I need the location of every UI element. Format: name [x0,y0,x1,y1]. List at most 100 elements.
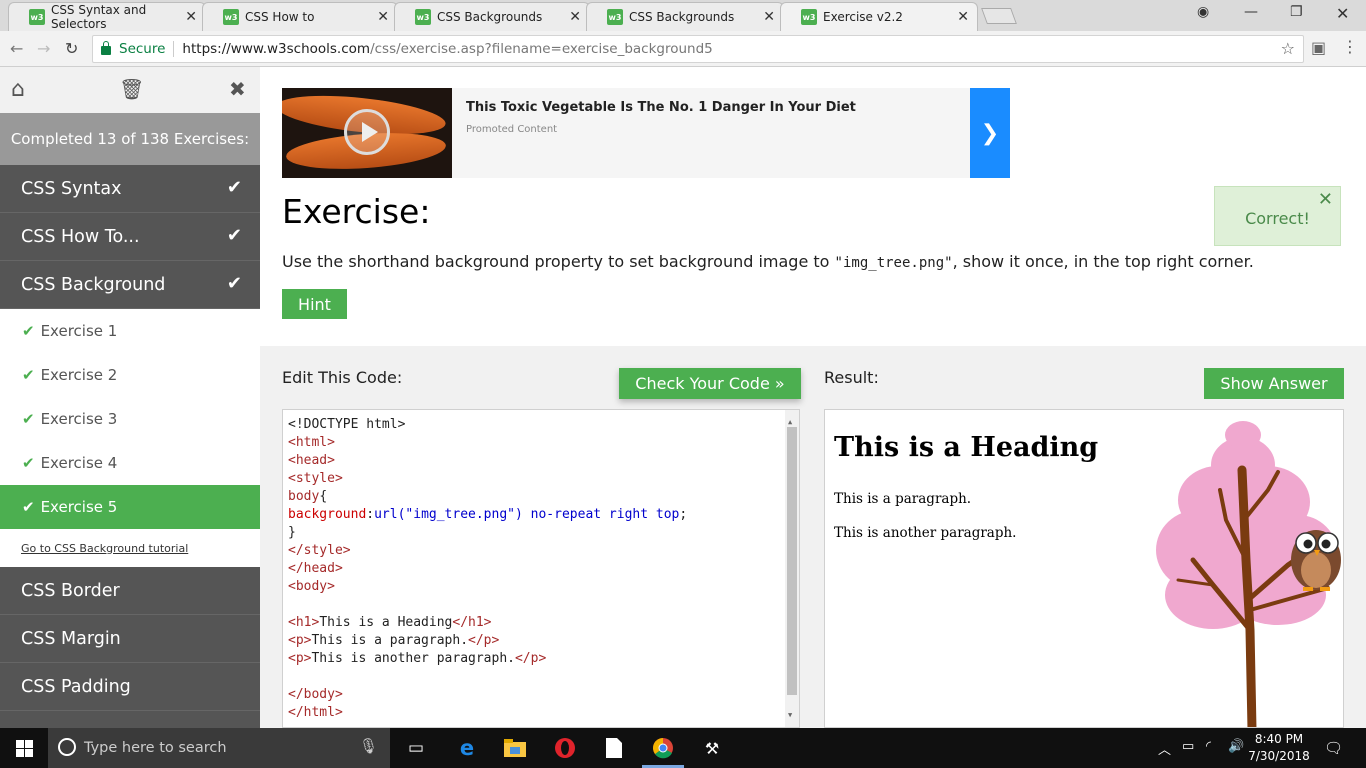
close-icon[interactable]: ✕ [569,9,581,25]
forward-icon[interactable]: → [37,39,50,58]
tab-title: CSS Backgrounds [629,10,735,24]
scrollbar-thumb[interactable] [787,427,797,695]
trash-icon[interactable]: 🗑 [119,77,144,101]
sidebar-section-css-padding[interactable]: CSS Padding [0,663,260,711]
exercise-label: Exercise 3 [40,410,118,428]
taskbar-clock[interactable]: 8:40 PM 7/30/2018 [1248,731,1310,765]
code-token: <p> [288,651,312,666]
close-icon[interactable]: ✕ [377,9,389,25]
tab-title: CSS Backgrounds [437,10,543,24]
exercise-item-3[interactable]: ✔ Exercise 3 [0,397,260,441]
address-bar[interactable]: Secure https://www.w3schools.com/css/exe… [92,35,1304,63]
secure-indicator[interactable]: Secure [101,40,165,57]
code-token: </h1> [452,615,492,630]
instructions-text: Use the shorthand background property to… [282,252,835,271]
sidebar-section-css-margin[interactable]: CSS Margin [0,615,260,663]
tools-icon[interactable]: ⚒ [700,736,724,760]
play-icon[interactable] [344,109,390,155]
cortana-icon [58,738,76,756]
browser-tab[interactable]: w3 CSS How to ✕ [202,2,398,31]
reload-icon[interactable]: ↻ [65,39,78,58]
section-label: CSS Margin [21,628,121,649]
tab-title: Exercise v2.2 [823,10,903,24]
lock-icon [101,40,111,55]
checkmark-icon: ✔ [22,410,35,428]
chevron-up-icon[interactable]: ︿ [1158,739,1171,758]
browser-tab-active[interactable]: w3 Exercise v2.2 ✕ [780,2,978,31]
scroll-down-icon[interactable]: ▼ [788,706,792,724]
exercise-item-1[interactable]: ✔ Exercise 1 [0,309,260,353]
windows-start-icon[interactable] [12,736,36,760]
battery-icon[interactable]: ▭ [1182,739,1194,754]
code-token: body [288,489,320,504]
ad-title[interactable]: This Toxic Vegetable Is The No. 1 Danger… [466,100,856,115]
back-icon[interactable]: ← [10,39,23,58]
code-token: <p> [288,633,312,648]
editor-scrollbar[interactable]: ▲ ▼ [785,410,799,727]
bookmark-star-icon[interactable]: ☆ [1281,39,1295,58]
ad-banner[interactable]: This Toxic Vegetable Is The No. 1 Danger… [282,88,1010,178]
clock-time: 8:40 PM [1254,732,1304,746]
taskbar-search[interactable]: Type here to search 🎙 [48,728,390,768]
close-icon[interactable]: ✕ [1318,189,1333,210]
code-line: background:url("img_tree.png") no-repeat… [288,506,799,524]
section-label: CSS Padding [21,676,131,697]
checkmark-icon: ✔ [22,322,35,340]
sidebar-section-css-background[interactable]: CSS Background ✔ [0,261,260,309]
close-icon[interactable]: ✕ [957,9,969,25]
exercise-item-5-active[interactable]: ✔ Exercise 5 [0,485,260,529]
profile-icon[interactable]: ◉ [1197,4,1209,20]
code-line: </html> [288,705,343,720]
browser-tab[interactable]: w3 CSS Backgrounds ✕ [586,2,784,31]
exercise-list: ✔ Exercise 1 ✔ Exercise 2 ✔ Exercise 3 ✔… [0,309,260,567]
check-code-button[interactable]: Check Your Code » [619,368,801,399]
new-tab-button[interactable] [981,8,1017,24]
opera-icon[interactable] [553,736,577,760]
exercise-item-4[interactable]: ✔ Exercise 4 [0,441,260,485]
task-view-icon[interactable]: ▭ [404,736,428,760]
exercise-item-2[interactable]: ✔ Exercise 2 [0,353,260,397]
document-icon[interactable] [602,736,626,760]
menu-icon[interactable]: ⋮ [1342,37,1358,56]
code-line: <html> [288,435,335,450]
instructions-text: , show it once, in the top right corner. [952,252,1254,271]
microphone-icon[interactable]: 🎙 [359,737,378,755]
minimize-icon[interactable]: — [1244,4,1258,20]
restore-icon[interactable]: ❐ [1290,4,1303,20]
hint-button[interactable]: Hint [282,289,347,319]
code-line: <style> [288,471,343,486]
tutorial-link[interactable]: Go to CSS Background tutorial [0,529,260,567]
main-content: This Toxic Vegetable Is The No. 1 Danger… [260,67,1366,728]
code-line: <p>This is a paragraph.</p> [288,632,799,650]
home-icon[interactable]: ⌂ [11,77,25,102]
sidebar-section-css-syntax[interactable]: CSS Syntax ✔ [0,165,260,213]
code-panel: Edit This Code: Check Your Code » Result… [260,346,1366,728]
exercise-heading: Exercise: [282,192,431,231]
url-path: /css/exercise.asp?filename=exercise_back… [370,41,713,57]
close-icon[interactable]: ✕ [185,9,197,25]
close-icon[interactable]: ✕ [763,9,775,25]
volume-icon[interactable]: 🔊 [1228,739,1244,754]
chrome-icon[interactable] [651,736,675,760]
close-window-icon[interactable]: ✕ [1336,4,1349,23]
code-editor[interactable]: <!DOCTYPE html> <html> <head> <style> bo… [282,409,800,728]
browser-tab[interactable]: w3 CSS Syntax and Selectors ✕ [8,2,206,31]
notification-icon[interactable]: 🗨 [1324,739,1343,757]
show-answer-button[interactable]: Show Answer [1204,368,1344,399]
close-icon[interactable]: ✖ [229,77,246,101]
checkmark-icon: ✔ [226,225,242,246]
exercise-instructions: Use the shorthand background property to… [282,252,1254,271]
wifi-icon[interactable]: ◜ [1206,739,1211,754]
code-line: </body> [288,687,343,702]
result-paragraph: This is another paragraph. [834,525,1017,541]
sidebar-section-css-how-to[interactable]: CSS How To... ✔ [0,213,260,261]
browser-tab[interactable]: w3 CSS Backgrounds ✕ [394,2,590,31]
sidebar-toolbar: ⌂ 🗑 ✖ [0,67,260,113]
sidebar-section-css-border[interactable]: CSS Border [0,567,260,615]
edge-icon[interactable]: e [455,736,479,760]
file-explorer-icon[interactable] [503,736,527,760]
checkmark-icon: ✔ [226,273,242,294]
extension-icon[interactable]: ▣ [1311,38,1326,57]
chevron-right-icon[interactable]: ❯ [970,88,1010,178]
